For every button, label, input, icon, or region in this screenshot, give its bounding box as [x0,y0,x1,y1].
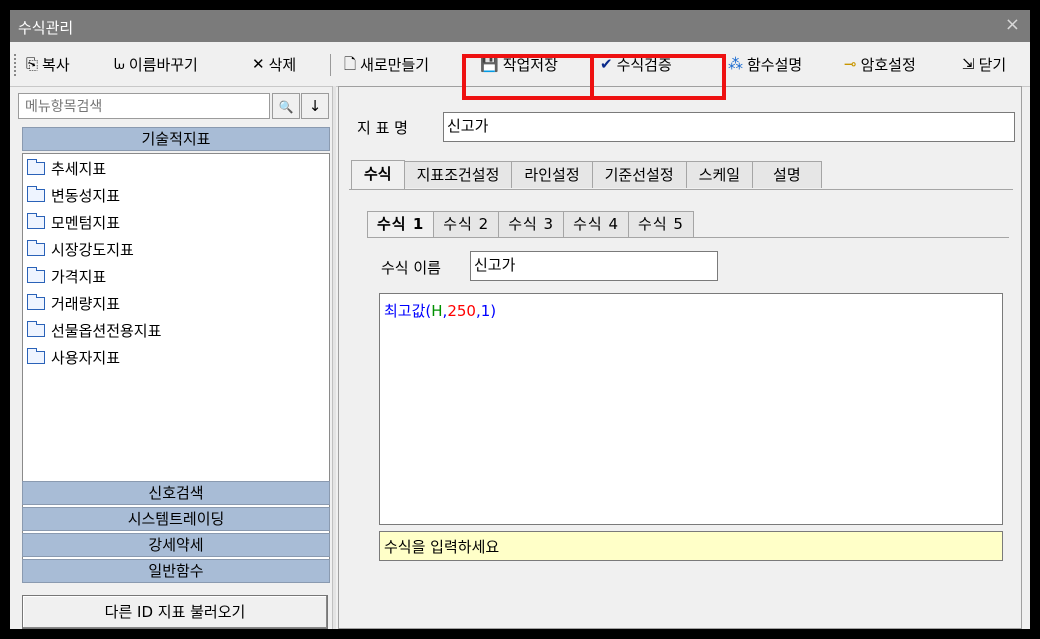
formula-name-label: 수식 이름 [381,259,441,277]
tree-item-label: 거래량지표 [51,294,121,313]
tab-indicator-condition[interactable]: 지표조건설정 [403,161,513,188]
folder-icon [27,185,45,202]
move-down-button[interactable]: ↓ [301,93,329,119]
tab-description[interactable]: 설명 [752,161,822,188]
search-icon: 🔍 [278,100,294,114]
highlight-divider [590,54,594,100]
folder-icon [27,158,45,175]
tree-item-label: 추세지표 [51,159,107,178]
tree-item[interactable]: 시장강도지표 [27,237,134,261]
indicator-name-field[interactable]: 신고가 [443,112,1015,142]
copy-icon: ⎘ [26,54,39,73]
category-signal-search[interactable]: 신호검색 [22,481,330,505]
load-other-id-button[interactable]: 다른 ID 지표 불러오기 [22,595,328,629]
tab-line-settings[interactable]: 라인설정 [511,161,593,188]
password-label: 암호설정 [860,55,916,74]
folder-icon [27,239,45,256]
formula-arg-offset: 1 [480,302,491,320]
tab-formula[interactable]: 수식 [351,160,405,189]
formula-hint-bar: 수식을 입력하세요 [379,531,1003,561]
rename-label: 이름바꾸기 [128,55,198,74]
formula-function: 최고값 [384,302,426,320]
rename-icon: ᘈ [114,54,125,73]
delete-icon: ✕ [252,54,265,73]
function-help-button[interactable]: ⁂ 함수설명 [728,51,802,77]
tree-item[interactable]: 선물옵션전용지표 [27,318,161,342]
toolbar-separator [330,54,331,76]
category-general-functions[interactable]: 일반함수 [22,559,330,583]
new-button[interactable]: 🗋 새로만들기 [344,51,429,77]
delete-label: 삭제 [268,55,297,74]
copy-button[interactable]: ⎘ 복사 [26,51,70,77]
formula-tab-strip: 수식 1 수식 2 수식 3 수식 4 수식 5 [367,211,694,237]
tree-item-label: 시장강도지표 [51,240,134,259]
tab-formula-2[interactable]: 수식 2 [433,211,500,237]
window-title: 수식관리 [18,19,74,37]
indicator-name-label: 지 표 명 [357,119,408,137]
category-strength-weakness[interactable]: 강세약세 [22,533,330,557]
menu-search-box[interactable] [18,93,270,119]
search-button[interactable]: 🔍 [272,93,300,119]
tab-formula-5[interactable]: 수식 5 [628,211,694,237]
rename-button[interactable]: ᘈ 이름바꾸기 [114,51,198,77]
menu-panel: 🔍 ↓ 기술적지표 추세지표 변동성지표 모멘텀지표 시장강도지표 가격지표 거… [18,93,332,629]
tree-item-label: 선물옵션전용지표 [51,321,162,340]
tree-item-label: 모멘텀지표 [51,213,121,232]
tree-item-label: 가격지표 [51,267,107,286]
tree-item[interactable]: 추세지표 [27,156,106,180]
delete-button[interactable]: ✕ 삭제 [252,51,296,77]
tree-item[interactable]: 가격지표 [27,264,106,288]
tree-item[interactable]: 거래량지표 [27,291,120,315]
folder-icon [27,347,45,364]
password-button[interactable]: ⊸ 암호설정 [844,51,916,77]
main-tab-strip: 수식 지표조건설정 라인설정 기준선설정 스케일 설명 [351,160,822,189]
tree-item[interactable]: 변동성지표 [27,183,120,207]
highlight-box [462,54,726,100]
exit-label: 닫기 [978,55,1007,74]
tab-formula-4[interactable]: 수식 4 [563,211,630,237]
exit-button[interactable]: ⇲ 닫기 [962,51,1006,77]
new-label: 새로만들기 [360,55,430,74]
formula-name-field[interactable]: 신고가 [470,251,718,281]
folder-icon [27,212,45,229]
folder-icon [27,320,45,337]
formula-arg-high: H [431,302,443,320]
toolbar-grip[interactable] [14,54,20,76]
tree-item-label: 사용자지표 [51,348,121,367]
key-icon: ⊸ [844,54,857,73]
tab-scale[interactable]: 스케일 [685,161,754,188]
title-bar: 수식관리 × [10,10,1030,42]
formula-paren: ) [490,302,497,320]
exit-icon: ⇲ [962,54,975,73]
category-technical-indicators[interactable]: 기술적지표 [22,127,330,151]
new-document-icon: 🗋 [344,54,357,73]
magic-wand-icon: ⁂ [728,54,743,73]
folder-icon [27,293,45,310]
arrow-down-icon: ↓ [308,97,322,115]
formula-manager-window: 수식관리 × ⎘ 복사 ᘈ 이름바꾸기 ✕ 삭제 🗋 새로만들기 💾 작업저장 … [10,10,1030,629]
tab-formula-3[interactable]: 수식 3 [498,211,565,237]
tab-baseline-settings[interactable]: 기준선설정 [591,161,687,188]
copy-label: 복사 [42,55,70,74]
formula-editor-panel: 지 표 명 신고가 수식 지표조건설정 라인설정 기준선설정 스케일 설명 수식… [338,86,1022,629]
category-system-trading[interactable]: 시스템트레이딩 [22,507,330,531]
close-icon[interactable]: × [1005,14,1020,35]
tab-formula-1[interactable]: 수식 1 [367,211,435,237]
tree-item[interactable]: 모멘텀지표 [27,210,120,234]
panel-splitter[interactable] [332,86,336,629]
formula-arg-period: 250 [447,302,476,320]
formula-editor[interactable]: 최고값(H,250,1) [379,293,1003,525]
tree-item-label: 변동성지표 [51,186,121,205]
folder-icon [27,266,45,283]
menu-search-input[interactable] [23,95,267,119]
tab-divider [349,189,1013,190]
function-help-label: 함수설명 [747,55,803,74]
formula-tab-divider [367,237,1009,238]
tree-item[interactable]: 사용자지표 [27,345,120,369]
